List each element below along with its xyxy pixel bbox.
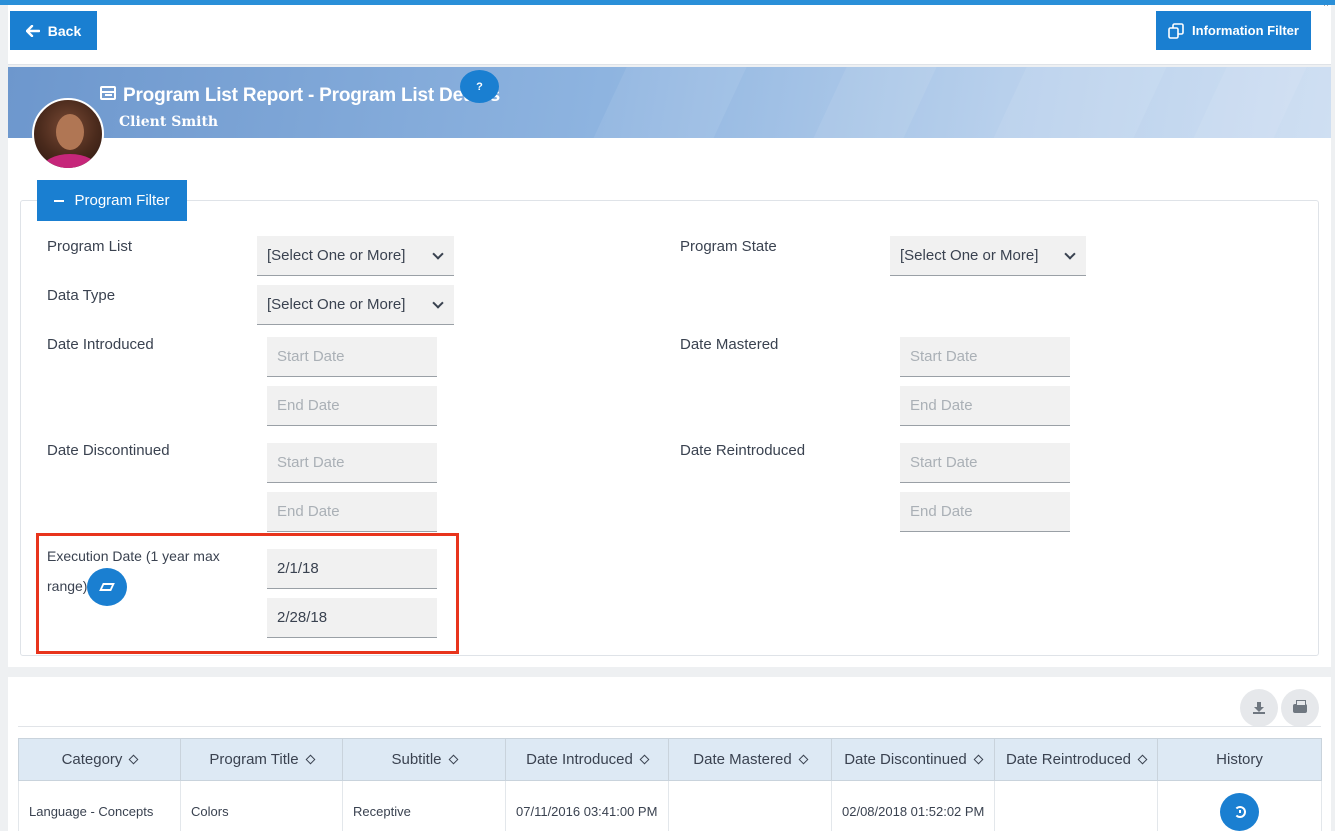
- cell-subtitle: Receptive: [342, 780, 506, 831]
- top-toolbar: [8, 5, 1331, 65]
- cell-program-title: Colors: [180, 780, 343, 831]
- cell-date-mastered: [668, 780, 832, 831]
- arrow-left-icon: [25, 24, 40, 37]
- program-filter-label: Program Filter: [74, 192, 170, 209]
- program-filter-toggle[interactable]: Program Filter: [37, 180, 187, 221]
- data-type-label: Data Type: [47, 287, 116, 304]
- sort-icon: [448, 754, 458, 765]
- date-discontinued-end-input[interactable]: End Date: [267, 492, 437, 532]
- table-header-row: Category Program Title Subtitle Date Int…: [18, 738, 1322, 781]
- column-header-subtitle[interactable]: Subtitle: [342, 738, 506, 781]
- back-button[interactable]: Back: [10, 11, 97, 50]
- history-icon: [1233, 805, 1246, 818]
- data-type-value: [Select One or More]: [267, 296, 406, 313]
- cell-history: [1157, 780, 1322, 831]
- sort-icon: [1137, 754, 1148, 765]
- program-state-value: [Select One or More]: [900, 247, 1039, 264]
- report-icon: [100, 86, 116, 100]
- date-discontinued-label: Date Discontinued: [47, 442, 170, 459]
- table-row: Language - Concepts Colors Receptive 07/…: [18, 780, 1322, 831]
- column-header-date-reintroduced[interactable]: Date Reintroduced: [994, 738, 1158, 781]
- client-name: Client Smith: [119, 114, 219, 130]
- cell-date-introduced: 07/11/2016 03:41:00 PM: [505, 780, 669, 831]
- date-introduced-start-input[interactable]: Start Date: [267, 337, 437, 377]
- chevron-down-icon: [432, 296, 444, 309]
- results-table: Category Program Title Subtitle Date Int…: [18, 738, 1322, 831]
- column-header-category[interactable]: Category: [18, 738, 181, 781]
- column-header-date-introduced[interactable]: Date Introduced: [505, 738, 669, 781]
- sort-icon: [305, 754, 316, 765]
- execution-date-highlight: [36, 533, 459, 654]
- date-reintroduced-end-input[interactable]: End Date: [900, 492, 1070, 532]
- back-label: Back: [47, 22, 82, 39]
- avatar: [32, 98, 104, 170]
- print-button[interactable]: [1281, 689, 1319, 727]
- cell-category: Language - Concepts: [18, 780, 181, 831]
- download-button[interactable]: [1240, 689, 1278, 727]
- sort-icon: [798, 754, 809, 765]
- window-dots: ··: [1323, 0, 1329, 10]
- program-list-label: Program List: [47, 238, 133, 255]
- date-mastered-start-input[interactable]: Start Date: [900, 337, 1070, 377]
- data-type-select[interactable]: [Select One or More]: [257, 285, 454, 325]
- column-header-date-discontinued[interactable]: Date Discontinued: [831, 738, 995, 781]
- program-state-label: Program State: [680, 238, 777, 255]
- sort-icon: [639, 754, 650, 765]
- chevron-down-icon: [432, 247, 444, 260]
- program-state-select[interactable]: [Select One or More]: [890, 236, 1086, 276]
- program-list-select[interactable]: [Select One or More]: [257, 236, 454, 276]
- date-mastered-label: Date Mastered: [680, 336, 779, 353]
- program-list-value: [Select One or More]: [267, 247, 406, 264]
- cell-date-reintroduced: [994, 780, 1158, 831]
- date-reintroduced-start-input[interactable]: Start Date: [900, 443, 1070, 483]
- sort-icon: [128, 754, 139, 765]
- information-filter-button[interactable]: Information Filter: [1156, 11, 1311, 50]
- sort-icon: [973, 754, 984, 765]
- divider: [18, 726, 1321, 727]
- help-button[interactable]: ?: [460, 70, 499, 103]
- history-button[interactable]: [1220, 792, 1259, 831]
- copy-filter-icon: [1168, 22, 1184, 39]
- column-header-program-title[interactable]: Program Title: [180, 738, 343, 781]
- minus-icon: [54, 199, 65, 202]
- download-icon: [1253, 702, 1265, 714]
- column-header-history: History: [1157, 738, 1322, 781]
- chevron-down-icon: [1064, 247, 1076, 260]
- date-discontinued-start-input[interactable]: Start Date: [267, 443, 437, 483]
- print-icon: [1293, 699, 1307, 713]
- cell-date-discontinued: 02/08/2018 01:52:02 PM: [831, 780, 995, 831]
- date-reintroduced-label: Date Reintroduced: [680, 442, 806, 459]
- date-introduced-label: Date Introduced: [47, 336, 154, 353]
- date-introduced-end-input[interactable]: End Date: [267, 386, 437, 426]
- column-header-date-mastered[interactable]: Date Mastered: [668, 738, 832, 781]
- page-title: Program List Report - Program List Detai…: [123, 85, 500, 106]
- information-filter-label: Information Filter: [1192, 23, 1299, 38]
- date-mastered-end-input[interactable]: End Date: [900, 386, 1070, 426]
